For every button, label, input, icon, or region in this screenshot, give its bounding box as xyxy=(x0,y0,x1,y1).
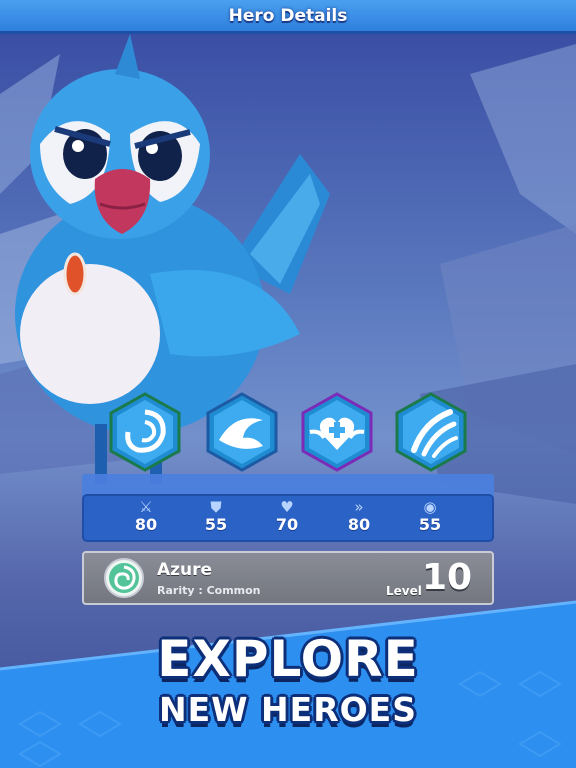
skill-heal[interactable] xyxy=(300,392,374,472)
speed-chevrons-icon: » xyxy=(354,498,364,516)
hero-name: Azure xyxy=(157,560,213,580)
hero-rarity: Rarity : Common xyxy=(157,584,261,597)
page-title: Hero Details xyxy=(228,5,348,26)
stat-speed: » 80 xyxy=(329,498,389,534)
stat-defense: ⛊ 55 xyxy=(186,498,246,534)
skill-claw[interactable] xyxy=(394,392,468,472)
stat-value: 70 xyxy=(275,515,299,534)
defense-shield-icon: ⛊ xyxy=(210,498,222,516)
hero-type-avatar xyxy=(104,558,144,598)
banner-headline: EXPLORE xyxy=(157,630,419,688)
stat-value: 55 xyxy=(418,515,442,534)
header-bar: Hero Details xyxy=(0,0,576,34)
stat-value: 55 xyxy=(204,515,228,534)
stat-health: ♥ 70 xyxy=(257,498,317,534)
skill-vortex[interactable] xyxy=(108,392,182,472)
stat-attack: ⚔ 80 xyxy=(116,498,176,534)
skill-wave[interactable] xyxy=(205,392,279,472)
health-heart-icon: ♥ xyxy=(280,498,294,516)
stat-value: 80 xyxy=(134,515,158,534)
stat-accuracy: ◉ 55 xyxy=(400,498,460,534)
accuracy-target-icon: ◉ xyxy=(423,498,437,516)
stat-value: 80 xyxy=(347,515,371,534)
banner-subheadline: NEW HEROES xyxy=(159,690,417,729)
level-label: Level xyxy=(386,584,422,598)
level-value: 10 xyxy=(422,557,473,598)
attack-swords-icon: ⚔ xyxy=(139,498,153,516)
